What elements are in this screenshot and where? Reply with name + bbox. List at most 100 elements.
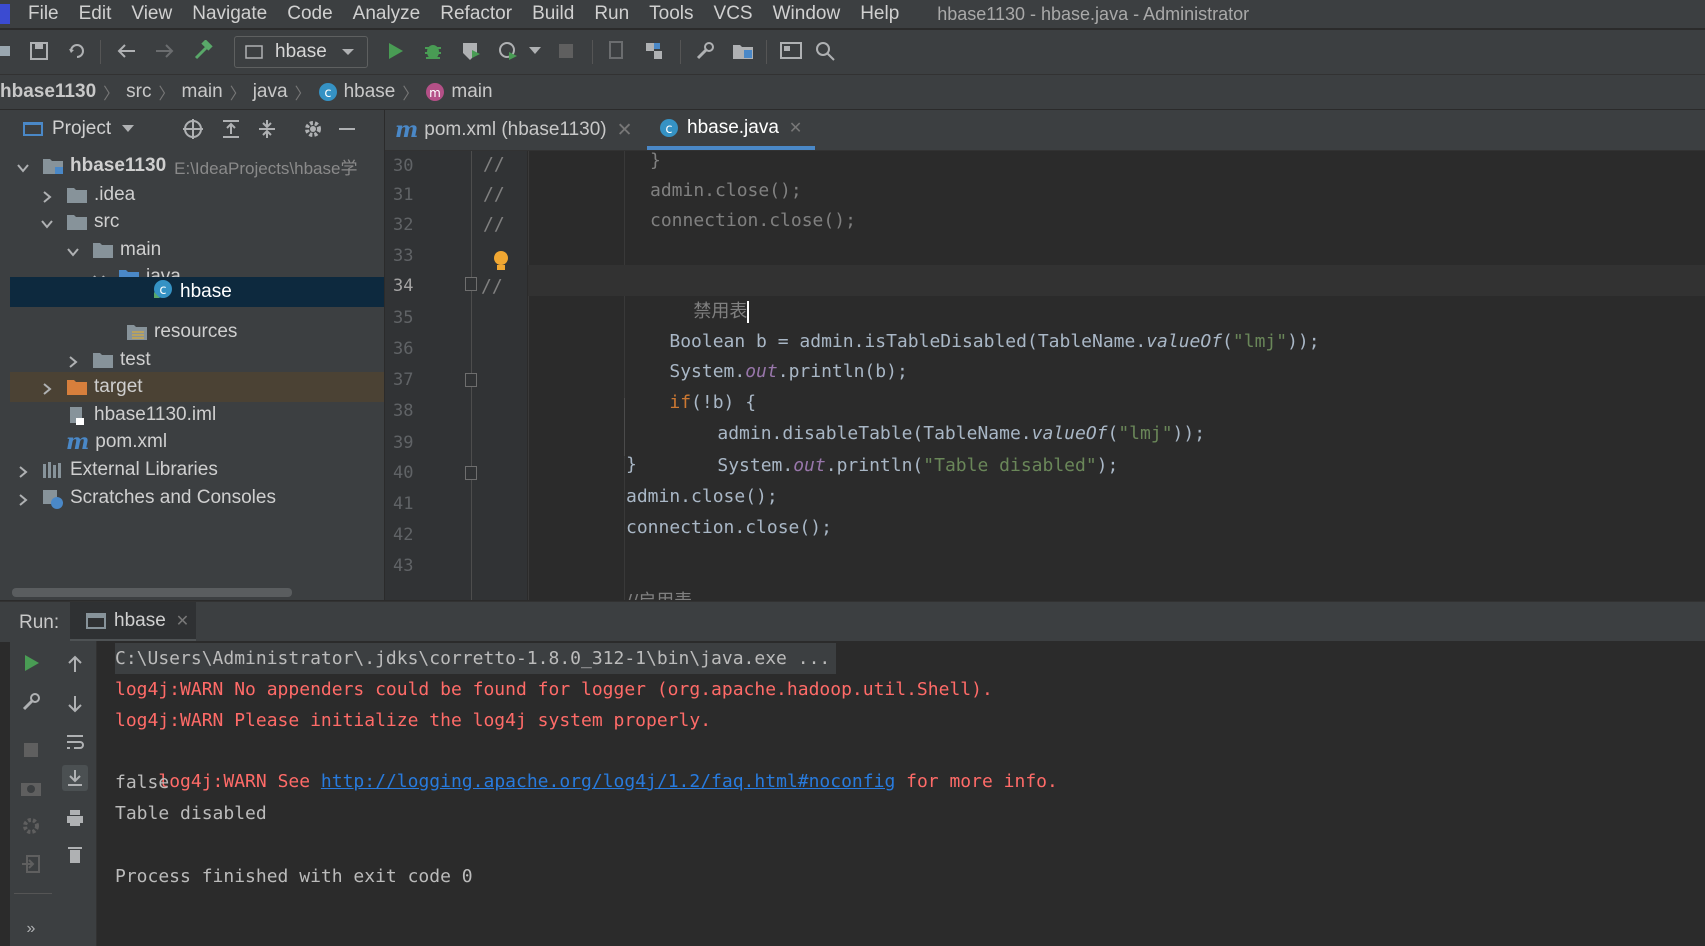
horizontal-scrollbar[interactable] xyxy=(12,588,292,597)
run-tab-hbase[interactable]: hbase ✕ xyxy=(70,602,196,642)
expand-all-icon[interactable] xyxy=(220,118,242,140)
breadcrumb-method[interactable]: main xyxy=(451,81,492,103)
tree-item-src[interactable]: src xyxy=(10,207,384,237)
rerun-icon[interactable] xyxy=(18,650,44,676)
stop-icon[interactable] xyxy=(18,737,44,763)
login-icon[interactable] xyxy=(18,851,44,877)
chevron-right-icon[interactable] xyxy=(66,353,80,368)
tree-item-target[interactable]: target xyxy=(10,372,384,402)
line-number: 37 xyxy=(393,370,414,390)
breadcrumb-project[interactable]: hbase1130 xyxy=(0,81,96,103)
project-folder-icon[interactable] xyxy=(730,38,756,64)
fold-marker-icon[interactable] xyxy=(465,277,477,291)
tree-item-label: .idea xyxy=(94,184,136,205)
build-hammer-icon[interactable] xyxy=(190,38,216,64)
menu-build[interactable]: Build xyxy=(532,3,574,25)
save-icon[interactable] xyxy=(26,38,52,64)
search-icon[interactable] xyxy=(812,38,838,64)
line-number: 33 xyxy=(393,246,414,266)
run-configuration-select[interactable]: hbase xyxy=(234,36,368,68)
code-editor[interactable]: } admin.close(); connection.close(); 禁用表… xyxy=(528,151,1705,600)
menu-window[interactable]: Window xyxy=(773,3,841,25)
forward-icon[interactable] xyxy=(152,38,178,64)
tree-item-main[interactable]: main xyxy=(10,235,384,265)
menu-view[interactable]: View xyxy=(131,3,172,25)
menu-refactor[interactable]: Refactor xyxy=(440,3,512,25)
camera-icon[interactable] xyxy=(18,775,44,801)
collapse-all-icon[interactable] xyxy=(256,118,278,140)
open-icon[interactable] xyxy=(0,38,20,64)
tab-pom-xml[interactable]: m pom.xml (hbase1130) ✕ xyxy=(395,110,633,150)
fold-marker-icon[interactable] xyxy=(465,466,477,480)
chevron-right-icon[interactable] xyxy=(16,463,30,478)
libraries-icon xyxy=(42,461,64,479)
scroll-to-end-icon[interactable] xyxy=(62,765,88,791)
tab-hbase-java[interactable]: c hbase.java ✕ xyxy=(647,110,815,150)
console-command-line[interactable]: C:\Users\Administrator\.jdks\corretto-1.… xyxy=(115,643,837,674)
soft-wrap-icon[interactable] xyxy=(62,729,88,755)
menu-navigate[interactable]: Navigate xyxy=(192,3,267,25)
chevron-down-icon[interactable] xyxy=(40,215,54,229)
menu-edit[interactable]: Edit xyxy=(79,3,112,25)
breadcrumb-main[interactable]: main xyxy=(182,81,223,103)
sync-icon[interactable] xyxy=(64,38,90,64)
gear-icon[interactable] xyxy=(302,118,324,140)
tree-root-label: hbase1130 xyxy=(70,155,167,176)
close-icon[interactable]: ✕ xyxy=(176,611,189,631)
chevron-right-icon[interactable] xyxy=(40,188,54,203)
module-folder-icon xyxy=(42,157,64,175)
menu-analyze[interactable]: Analyze xyxy=(353,3,421,25)
code-line: connection.close(); xyxy=(528,205,1705,236)
tree-item-idea[interactable]: .idea xyxy=(10,180,384,210)
attach-device-icon[interactable] xyxy=(604,38,630,64)
tree-item-test[interactable]: test xyxy=(10,345,384,375)
debug-icon[interactable] xyxy=(420,38,446,64)
tree-item-external-libraries[interactable]: External Libraries xyxy=(10,455,384,485)
breadcrumb-class[interactable]: hbase xyxy=(344,81,396,103)
fold-marker-icon[interactable] xyxy=(465,373,477,387)
menu-code[interactable]: Code xyxy=(287,3,332,25)
print-icon[interactable] xyxy=(62,805,88,831)
coverage-icon[interactable] xyxy=(458,38,484,64)
project-view-title[interactable]: Project xyxy=(52,118,111,140)
menu-vcs[interactable]: VCS xyxy=(714,3,753,25)
tree-item-root[interactable]: hbase1130 E:\IdeaProjects\hbase学 xyxy=(10,151,384,181)
arrow-up-icon[interactable] xyxy=(62,651,88,677)
wrench-icon[interactable] xyxy=(18,689,44,715)
presentation-icon[interactable] xyxy=(778,38,804,64)
tree-item-pom[interactable]: m pom.xml xyxy=(10,427,384,457)
close-icon[interactable]: ✕ xyxy=(789,118,802,138)
chevron-down-icon[interactable] xyxy=(66,243,80,257)
profile-icon[interactable] xyxy=(495,38,521,64)
arrow-down-icon[interactable] xyxy=(62,691,88,717)
console-link[interactable]: http://logging.apache.org/log4j/1.2/faq.… xyxy=(321,771,895,792)
run-icon[interactable] xyxy=(382,38,408,64)
more-icon[interactable]: » xyxy=(18,916,44,942)
menu-tools[interactable]: Tools xyxy=(649,3,693,25)
tree-item-scratches[interactable]: Scratches and Consoles xyxy=(10,483,384,513)
stop-icon[interactable] xyxy=(553,38,579,64)
tree-item-iml[interactable]: hbase1130.iml xyxy=(10,400,384,430)
close-icon[interactable]: ✕ xyxy=(617,119,633,142)
chevron-right-icon[interactable] xyxy=(16,491,30,506)
back-icon[interactable] xyxy=(113,38,139,64)
tree-item-resources[interactable]: resources xyxy=(10,317,384,347)
trash-icon[interactable] xyxy=(62,841,88,867)
tree-item-hbase[interactable]: c hbase xyxy=(10,277,384,307)
hide-panel-icon[interactable] xyxy=(336,118,358,140)
settings-gear-icon[interactable] xyxy=(18,813,44,839)
more-run-chevron-icon[interactable] xyxy=(522,38,548,64)
chevron-down-icon[interactable] xyxy=(16,159,30,173)
lightbulb-icon[interactable] xyxy=(492,250,510,277)
locate-icon[interactable] xyxy=(182,118,204,140)
menu-run[interactable]: Run xyxy=(594,3,629,25)
console-output[interactable]: C:\Users\Administrator\.jdks\corretto-1.… xyxy=(97,641,1705,946)
project-structure-icon[interactable] xyxy=(641,38,667,64)
chevron-right-icon[interactable] xyxy=(40,380,54,395)
breadcrumb-src[interactable]: src xyxy=(126,81,151,103)
menu-help[interactable]: Help xyxy=(860,3,899,25)
chevron-down-icon[interactable] xyxy=(121,124,135,134)
settings-wrench-icon[interactable] xyxy=(692,38,718,64)
menu-file[interactable]: File xyxy=(28,3,59,25)
breadcrumb-java[interactable]: java xyxy=(253,81,288,103)
